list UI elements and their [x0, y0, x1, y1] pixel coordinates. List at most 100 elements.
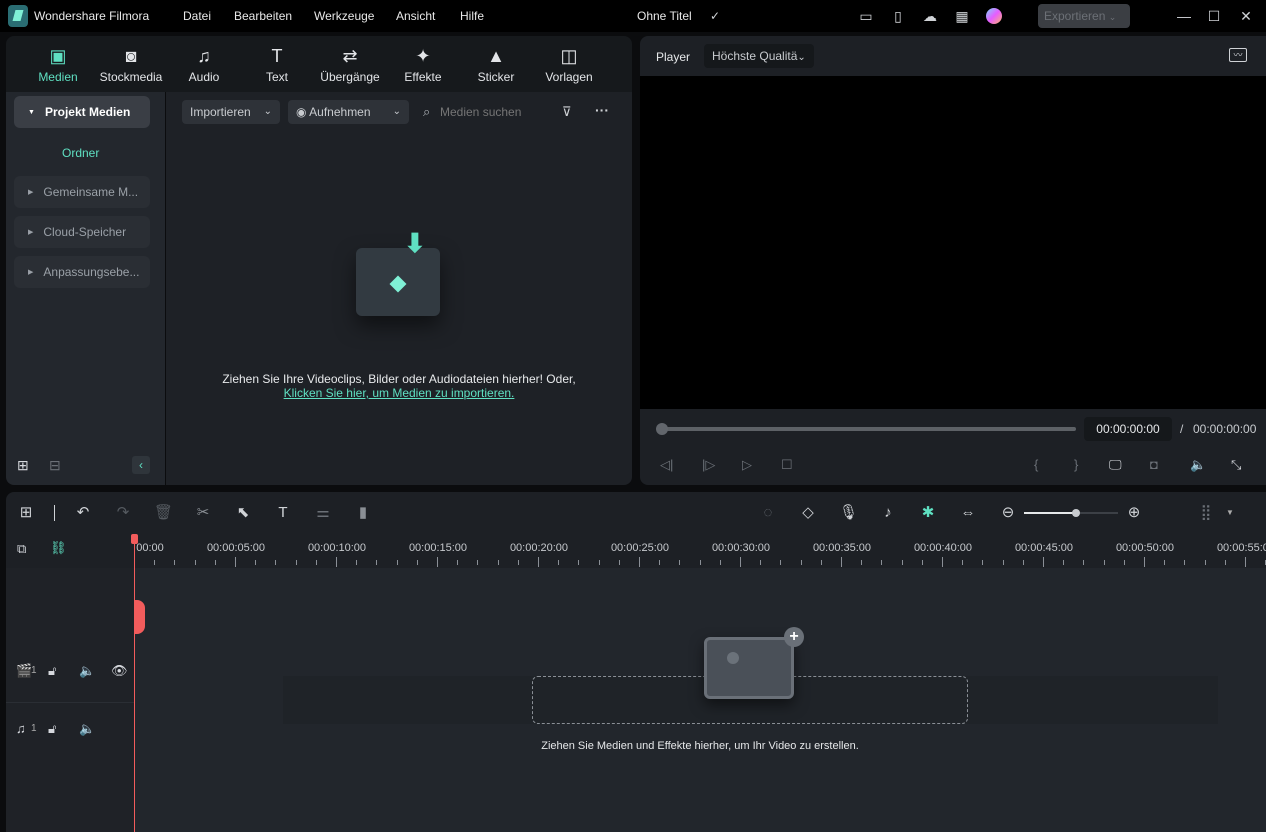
download-arrow-icon: ⬇: [404, 228, 426, 258]
ruler-tick: [235, 557, 236, 567]
quality-dropdown[interactable]: Höchste Qualitä⌄: [704, 44, 814, 68]
volume-icon[interactable]: 🔈: [1190, 457, 1206, 473]
snapshot-icon[interactable]: ◘: [1150, 457, 1158, 472]
display-settings-icon[interactable]: 🖵: [1109, 457, 1122, 473]
tab-uebergaenge[interactable]: ⇄ Übergänge: [315, 46, 385, 84]
adjust-icon[interactable]: ⚌: [314, 504, 332, 522]
track-volume-icon[interactable]: 🔈: [79, 721, 95, 737]
ruler-tick: [982, 560, 984, 565]
sidebar-item-projekt-medien[interactable]: ▼ Projekt Medien: [14, 96, 150, 128]
playback-progress-bar[interactable]: [660, 427, 1076, 431]
music-list-icon[interactable]: ♪: [879, 504, 897, 522]
redo-icon[interactable]: ↷: [114, 504, 132, 522]
search-input[interactable]: [440, 102, 550, 122]
ruler-tick: [194, 560, 196, 565]
avatar[interactable]: [986, 8, 1002, 24]
close-icon[interactable]: ✕: [1238, 8, 1254, 24]
crop-frame-icon[interactable]: ▮: [354, 504, 372, 522]
filmora-logo: [8, 5, 28, 27]
maximize-icon[interactable]: ☐: [1206, 8, 1222, 24]
tab-stockmedia[interactable]: ◙ Stockmedia: [96, 46, 166, 84]
import-folder-illustration[interactable]: [356, 248, 440, 316]
lock-icon[interactable]: 🔓︎: [48, 721, 56, 737]
tab-audio[interactable]: ♫ Audio: [169, 46, 239, 84]
sidebar-item-cloud-speicher[interactable]: ▶ Cloud-Speicher: [14, 216, 150, 248]
tab-sticker[interactable]: ▲ Sticker: [461, 46, 531, 84]
menu-hilfe[interactable]: Hilfe: [460, 9, 484, 23]
ruler-tick: [1083, 560, 1085, 565]
mark-in-icon[interactable]: {: [1034, 457, 1038, 472]
save-icon[interactable]: ▯: [890, 8, 906, 24]
caret-down-icon[interactable]: ▼: [1226, 508, 1234, 517]
audio-track-number: 1: [31, 723, 37, 734]
sidebar-item-anpassungsebene[interactable]: ▶ Anpassungsebe...: [14, 256, 150, 288]
select-tool-icon[interactable]: ⬉: [234, 504, 252, 522]
export-button[interactable]: Exportieren ⌄: [1038, 4, 1130, 28]
playback-handle[interactable]: [656, 423, 668, 435]
playhead[interactable]: [134, 534, 135, 832]
ruler-tick: [336, 557, 337, 567]
playhead-handle[interactable]: [131, 534, 138, 544]
text-tool-icon[interactable]: T: [274, 504, 292, 522]
track-volume-icon[interactable]: 🔈: [79, 663, 95, 679]
menu-datei[interactable]: Datei: [183, 9, 211, 23]
current-time[interactable]: 00:00:00:00: [1084, 417, 1172, 441]
search-icon: ⌕: [423, 104, 431, 119]
tab-effekte[interactable]: ✦ Effekte: [388, 46, 458, 84]
fullscreen-icon[interactable]: ⤡: [1231, 457, 1241, 473]
marker-icon[interactable]: ◇: [799, 504, 817, 522]
stop-icon[interactable]: ☐: [781, 457, 793, 473]
audio-meter-icon[interactable]: 〰: [1229, 48, 1247, 62]
cut-icon[interactable]: ✂: [194, 504, 212, 522]
delete-folder-icon[interactable]: ⊟: [49, 457, 61, 474]
menu-bearbeiten[interactable]: Bearbeiten: [234, 9, 292, 23]
play-icon[interactable]: ▷: [742, 457, 752, 473]
undo-icon[interactable]: ↶: [74, 504, 92, 522]
add-track-icon[interactable]: ⧉: [17, 541, 26, 557]
link-icon[interactable]: ⛓: [50, 540, 67, 556]
record-dropdown[interactable]: ◉ Aufnehmen ⌄: [288, 100, 409, 124]
fit-timeline-icon[interactable]: ⇔: [959, 504, 977, 522]
apps-grid-icon[interactable]: ▦: [954, 8, 970, 24]
import-dropdown[interactable]: Importieren ⌄: [182, 100, 280, 124]
ruler-tick: [1144, 557, 1145, 567]
tab-medien[interactable]: ▣ Medien: [23, 46, 93, 84]
mark-out-icon[interactable]: }: [1074, 457, 1078, 472]
cloud-icon[interactable]: ☁: [922, 8, 938, 24]
menu-ansicht[interactable]: Ansicht: [396, 9, 435, 23]
ruler-tick: [1204, 560, 1206, 565]
auto-highlight-icon[interactable]: ✱: [919, 504, 937, 522]
microphone-icon[interactable]: 🎙: [839, 504, 858, 522]
chevron-down-icon: ⌄: [392, 106, 401, 117]
ruler-tick: [538, 557, 539, 567]
layout-grid-icon[interactable]: ⊞: [17, 504, 35, 522]
zoom-out-icon[interactable]: ⊖: [999, 504, 1017, 522]
new-folder-icon[interactable]: ⊞: [17, 457, 29, 474]
minimize-icon[interactable]: —: [1176, 8, 1192, 24]
ruler-tick: [901, 560, 903, 565]
timeline-ruler[interactable]: 00:00 00:00:05:00 00:00:10:00 00:00:15:00 00…: [134, 534, 1266, 568]
sidebar-item-gemeinsame-medien[interactable]: ▶ Gemeinsame M...: [14, 176, 150, 208]
previous-frame-icon[interactable]: ◁|: [660, 457, 673, 473]
ruler-label: 00:00:25:00: [610, 542, 670, 554]
tab-vorlagen[interactable]: ◫ Vorlagen: [534, 46, 604, 84]
more-options-icon[interactable]: ···: [595, 102, 609, 118]
delete-icon[interactable]: 🗑: [154, 504, 173, 522]
zoom-slider-handle[interactable]: [1071, 509, 1080, 517]
tab-text[interactable]: T Text: [242, 46, 312, 84]
lock-icon[interactable]: 🔓︎: [48, 663, 56, 679]
filter-icon[interactable]: ⊽: [562, 104, 572, 120]
next-frame-icon[interactable]: |▷: [702, 457, 715, 473]
menu-werkzeuge[interactable]: Werkzeuge: [314, 9, 374, 23]
zoom-in-icon[interactable]: ⊕: [1125, 504, 1143, 522]
layout-icon[interactable]: ▭: [858, 8, 874, 24]
render-preview-icon[interactable]: ◌: [759, 504, 777, 522]
collapse-sidebar-button[interactable]: ‹: [132, 456, 150, 474]
add-icon[interactable]: +: [784, 627, 804, 647]
eye-icon[interactable]: 👁: [111, 663, 128, 679]
track-height-icon[interactable]: ⣿: [1197, 504, 1215, 522]
timeline-drop-text: Ziehen Sie Medien und Effekte hierher, u…: [541, 740, 859, 752]
playhead-tab[interactable]: [134, 600, 145, 634]
import-media-link[interactable]: Klicken Sie hier, um Medien zu importier…: [166, 386, 632, 400]
folder-label[interactable]: Ordner: [62, 146, 99, 160]
